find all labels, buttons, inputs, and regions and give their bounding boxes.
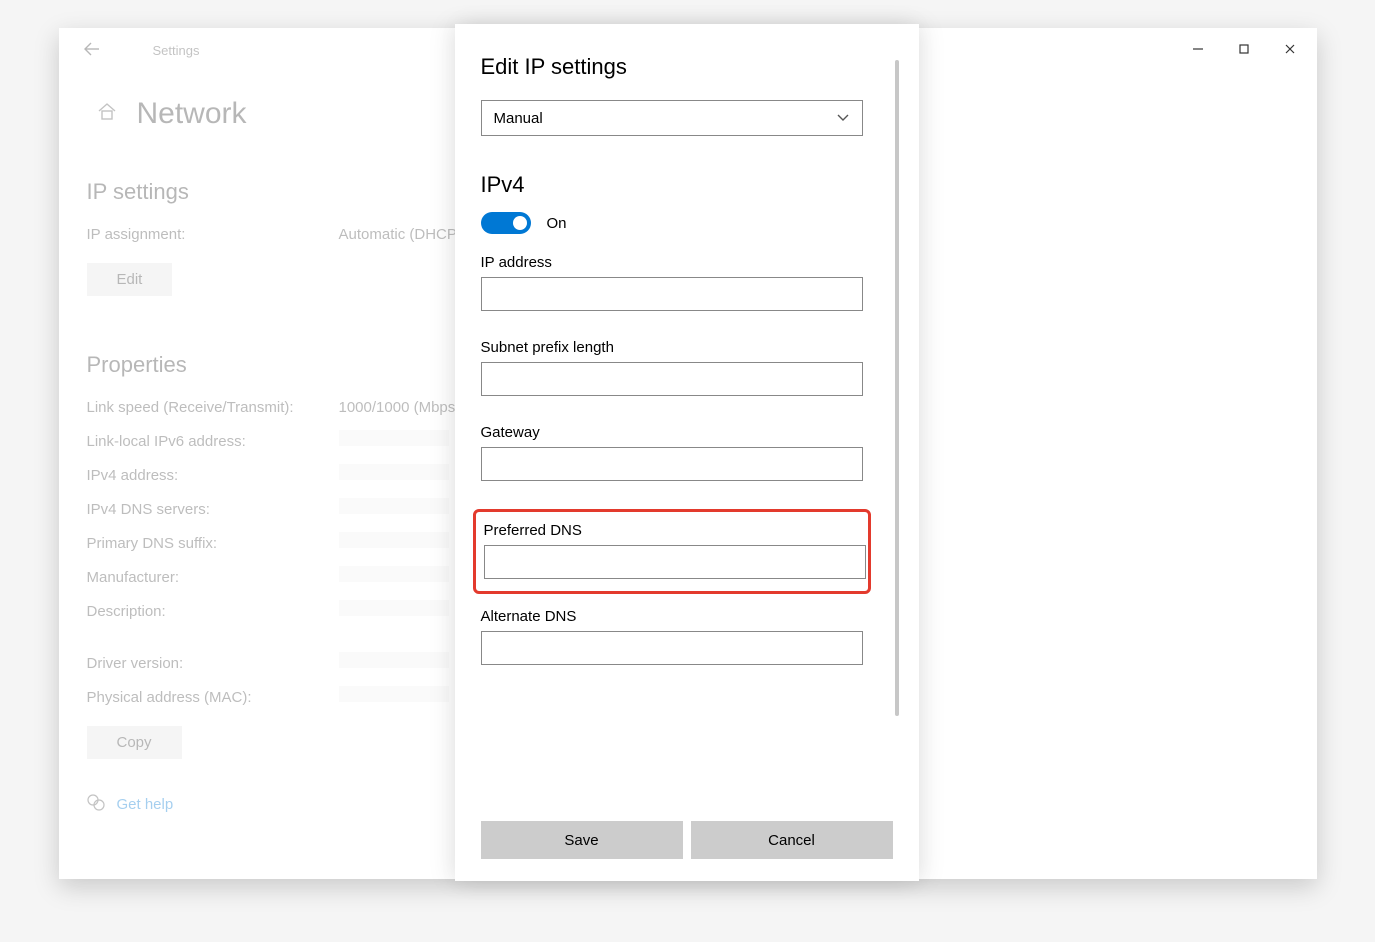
gateway-input[interactable]	[481, 447, 863, 481]
ipv4-heading: IPv4	[481, 172, 893, 198]
app-title: Settings	[153, 43, 200, 58]
get-help-link[interactable]: Get help	[117, 796, 174, 813]
redacted-value	[339, 464, 449, 480]
chevron-down-icon	[836, 110, 850, 127]
edit-ip-settings-dialog: Edit IP settings Manual IPv4 On IP addre…	[455, 24, 919, 881]
toggle-knob	[513, 216, 527, 230]
ipv4-toggle[interactable]	[481, 212, 531, 234]
redacted-value	[339, 566, 449, 582]
redacted-value	[339, 532, 449, 548]
redacted-value	[339, 498, 449, 514]
alternate-dns-label: Alternate DNS	[481, 608, 893, 625]
ip-address-label: IP address	[481, 254, 893, 271]
save-button[interactable]: Save	[481, 821, 683, 859]
back-icon[interactable]	[83, 40, 101, 61]
driver-version-label: Driver version:	[87, 652, 339, 676]
link-speed-value: 1000/1000 (Mbps)	[339, 396, 461, 420]
ip-assignment-label: IP assignment:	[87, 223, 339, 247]
redacted-value	[339, 686, 449, 702]
cancel-button[interactable]: Cancel	[691, 821, 893, 859]
preferred-dns-input[interactable]	[484, 545, 866, 579]
redacted-value	[339, 430, 449, 446]
edit-button[interactable]: Edit	[87, 263, 173, 296]
ipv4-dns-label: IPv4 DNS servers:	[87, 498, 339, 522]
subnet-prefix-label: Subnet prefix length	[481, 339, 893, 356]
settings-window: Settings Network IP settings IP assignme…	[59, 28, 1317, 879]
subnet-prefix-input[interactable]	[481, 362, 863, 396]
mac-label: Physical address (MAC):	[87, 686, 339, 710]
ip-address-input[interactable]	[481, 277, 863, 311]
preferred-dns-label: Preferred DNS	[484, 522, 860, 539]
ip-assignment-value: Automatic (DHCP)	[339, 223, 462, 247]
copy-button[interactable]: Copy	[87, 726, 182, 759]
ipv4-toggle-state: On	[547, 215, 567, 232]
home-icon[interactable]	[97, 101, 117, 127]
alternate-dns-input[interactable]	[481, 631, 863, 665]
preferred-dns-highlight: Preferred DNS	[473, 509, 871, 594]
ip-mode-value: Manual	[494, 110, 543, 127]
ipv4-address-label: IPv4 address:	[87, 464, 339, 488]
page-title: Network	[137, 97, 247, 131]
gateway-label: Gateway	[481, 424, 893, 441]
redacted-value	[339, 600, 449, 616]
modal-scrollbar[interactable]	[895, 60, 899, 716]
link-speed-label: Link speed (Receive/Transmit):	[87, 396, 339, 420]
ip-mode-select[interactable]: Manual	[481, 100, 863, 136]
help-icon	[87, 793, 105, 816]
dialog-title: Edit IP settings	[481, 54, 893, 80]
manufacturer-label: Manufacturer:	[87, 566, 339, 590]
description-label: Description:	[87, 600, 339, 624]
primary-dns-suffix-label: Primary DNS suffix:	[87, 532, 339, 556]
redacted-value	[339, 652, 449, 668]
link-local-ipv6-label: Link-local IPv6 address:	[87, 430, 339, 454]
